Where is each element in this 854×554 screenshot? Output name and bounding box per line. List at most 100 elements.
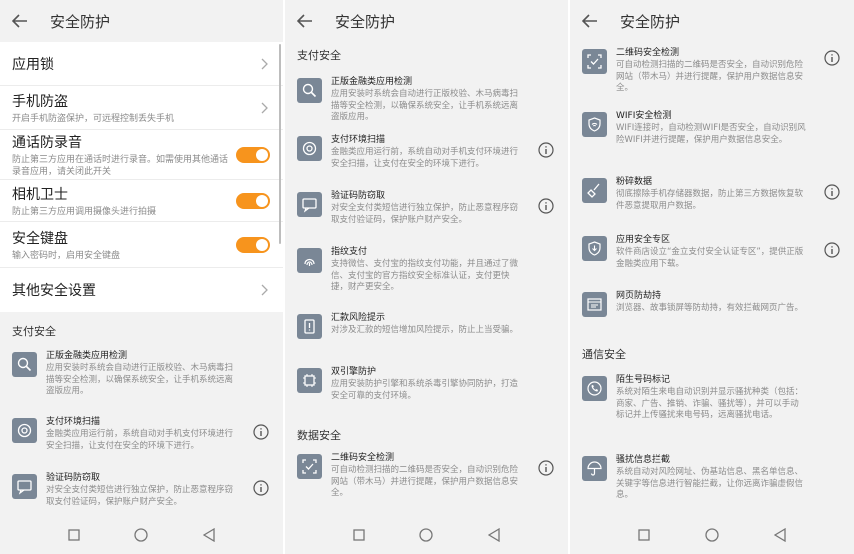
screen-security-settings: 安全防护 应用锁 手机防盗 开启手机防盗保护，可远程控制丢失手机 通话防录音 防… [0, 0, 283, 554]
back-triangle-icon[interactable] [770, 525, 790, 545]
feature-desc: 应用安装时系统会自动进行正版校验、木马病毒扫描等安全检测，以确保系统安全，让手机… [331, 89, 519, 122]
feature-name: 验证码防窃取 [46, 473, 101, 483]
setting-desc: 防止第三方应用调用摄像头进行拍摄 [12, 206, 157, 217]
home-circle-icon[interactable] [416, 525, 436, 545]
feature-desc: 可自动检测扫描的二维码是否安全，自动识别危险网站（带木马）并进行提醒，保护用户数… [616, 60, 804, 93]
feature-item: 陌生号码标记系统对陌生来电自动识别并显示骚扰种类（包括：商家、广告、推销、诈骗、… [570, 374, 854, 454]
webpage-icon [582, 292, 607, 317]
content: 支付安全 正版金融类应用检测应用安装时系统会自动进行正版校验、木马病毒扫描等安全… [285, 42, 568, 516]
home-circle-icon[interactable] [702, 525, 722, 545]
setting-desc: 输入密码时，启用安全键盘 [12, 250, 121, 261]
setting-other-security[interactable]: 其他安全设置 [0, 268, 283, 312]
feature-desc: 金融类应用运行前，系统自动对手机支付环境进行安全扫描，让支付在安全的环境下进行。 [331, 147, 519, 169]
setting-call-anti-record: 通话防录音 防止第三方应用在通话时进行录音。如需使用其他通话录音应用，请关闭此开… [0, 130, 283, 180]
setting-anti-theft[interactable]: 手机防盗 开启手机防盗保护，可远程控制丢失手机 [0, 86, 283, 130]
feature-name: 二维码安全检测 [616, 48, 680, 58]
phone-tag-icon [582, 376, 607, 401]
fingerprint-icon [297, 248, 322, 273]
feature-name: 应用安全专区 [616, 235, 671, 245]
feature-item: WIFI安全检测 WIFI连接时，自动检测WIFI是否安全，自动识别风险WIFI并… [570, 110, 854, 176]
setting-label: 相机卫士 [12, 186, 68, 203]
info-icon[interactable] [253, 480, 269, 496]
section-title-payment: 支付安全 [12, 325, 56, 338]
feature-item: 正版金融类应用检测应用安装时系统会自动进行正版校验、木马病毒扫描等安全检测，以确… [285, 68, 568, 134]
home-circle-icon[interactable] [131, 525, 151, 545]
feature-item: 支付环境扫描金融类应用运行前，系统自动对手机支付环境进行安全扫描，让支付在安全的… [285, 134, 568, 190]
info-icon[interactable] [538, 142, 554, 158]
back-arrow-icon[interactable] [579, 10, 601, 32]
qr-scan-icon [297, 454, 322, 479]
secure-keyboard-toggle[interactable] [236, 236, 270, 253]
feature-item: 应用安全专区软件商店设立“金立支付安全认证专区”，提供正版金融类应用下载。 [570, 234, 854, 290]
feature-item: 粉碎数据 彻底擦除手机存储器数据，防止第三方数据恢复软件恶意提取用户数据。 [570, 176, 854, 234]
feature-name: 指纹支付 [331, 247, 368, 257]
section-title-data: 数据安全 [297, 429, 341, 442]
call-anti-record-toggle[interactable] [236, 146, 270, 163]
chevron-right-icon [261, 58, 268, 69]
info-icon[interactable] [538, 460, 554, 476]
system-nav-bar [285, 516, 568, 554]
back-triangle-icon[interactable] [199, 525, 219, 545]
shield-search-icon [297, 78, 322, 103]
setting-app-lock[interactable]: 应用锁 [0, 42, 283, 86]
top-bar: 安全防护 [570, 0, 854, 42]
setting-label: 手机防盗 [12, 93, 68, 110]
feature-item: 骚扰信息拦截 系统自动对风险网址、伪基站信息、黑名单信息、关键字等信息进行智能拦截… [570, 454, 854, 514]
back-arrow-icon[interactable] [294, 10, 316, 32]
feature-name: 陌生号码标记 [616, 375, 671, 385]
page-title: 安全防护 [50, 12, 111, 31]
back-arrow-icon[interactable] [9, 10, 31, 32]
feature-desc: 金融类应用运行前，系统自动对手机支付环境进行安全扫描，让支付在安全的环境下进行。 [46, 429, 234, 451]
scan-icon [297, 136, 322, 161]
system-nav-bar [0, 516, 283, 554]
recents-square-icon[interactable] [634, 525, 654, 545]
umbrella-icon [582, 456, 607, 481]
info-icon[interactable] [824, 242, 840, 258]
feature-item: 双引擎防护 应用安装防护引擎和系统杀毒引擎协同防护，打造安全可靠的支付环境。 [285, 366, 568, 418]
feature-desc: 应用安装防护引擎和系统杀毒引擎协同防护，打造安全可靠的支付环境。 [331, 379, 519, 401]
info-icon[interactable] [253, 424, 269, 440]
feature-item: 汇款风险提示对涉及汇款的短信增加风险提示，防止上当受骗。 [285, 312, 568, 366]
feature-item: 支付环境扫描 金融类应用运行前，系统自动对手机支付环境进行安全扫描，让支付在安全的… [0, 416, 283, 472]
feature-desc: 浏览器、故事锁屏等防劫持，有效拦截网页广告。 [616, 303, 804, 313]
shield-search-icon [12, 352, 37, 377]
setting-camera-guard: 相机卫士 防止第三方应用调用摄像头进行拍摄 [0, 180, 283, 222]
info-icon[interactable] [824, 50, 840, 66]
feature-desc: 支持微信、支付宝的指纹支付功能，并且通过了微信、支付宝的官方指纹安全标准认证，支… [331, 259, 519, 292]
setting-label: 安全键盘 [12, 230, 68, 247]
system-nav-bar [570, 516, 854, 554]
chip-icon [297, 368, 322, 393]
recents-square-icon[interactable] [64, 525, 84, 545]
feature-name: 正版金融类应用检测 [46, 351, 128, 361]
feature-desc: 对安全支付类短信进行独立保护，防止恶意程序窃取支付验证码，保护账户财产安全。 [46, 485, 234, 507]
feature-item: 验证码防窃取 对安全支付类短信进行独立保护，防止恶意程序窃取支付验证码，保护账户财… [285, 190, 568, 246]
feature-item: 网页防劫持 浏览器、故事锁屏等防劫持，有效拦截网页广告。 [570, 290, 854, 334]
feature-desc: 对涉及汇款的短信增加风险提示，防止上当受骗。 [331, 325, 519, 335]
chevron-right-icon [261, 284, 268, 296]
back-triangle-icon[interactable] [484, 525, 504, 545]
feature-item: 二维码安全检测 可自动检测扫描的二维码是否安全，自动识别危险网站（带木马）并进行提… [285, 452, 568, 512]
setting-secure-keyboard: 安全键盘 输入密码时，启用安全键盘 [0, 222, 283, 268]
feature-name: 二维码安全检测 [331, 453, 395, 463]
setting-desc: 防止第三方应用在通话时进行录音。如需使用其他通话录音应用，请关闭此开关 [12, 154, 229, 177]
feature-name: 骚扰信息拦截 [616, 455, 671, 465]
screen-data-comm-security: 安全防护 二维码安全检测可自动检测扫描的二维码是否安全，自动识别危险网站（带木马… [570, 0, 854, 554]
section-title-communication: 通信安全 [582, 348, 626, 361]
scan-icon [12, 418, 37, 443]
recents-square-icon[interactable] [349, 525, 369, 545]
setting-label: 其他安全设置 [12, 283, 96, 299]
chevron-right-icon [261, 102, 268, 113]
feature-name: 正版金融类应用检测 [331, 77, 413, 87]
feature-desc: 软件商店设立“金立支付安全认证专区”，提供正版金融类应用下载。 [616, 247, 804, 269]
info-icon[interactable] [824, 184, 840, 200]
scrollbar[interactable] [279, 44, 281, 244]
feature-desc: 系统对陌生来电自动识别并显示骚扰种类（包括：商家、广告、推销、诈骗、骚扰等），并… [616, 387, 804, 420]
info-icon[interactable] [538, 198, 554, 214]
camera-guard-toggle[interactable] [236, 192, 270, 209]
feature-name: 汇款风险提示 [331, 313, 386, 323]
section-title-payment: 支付安全 [297, 49, 341, 62]
feature-name: 支付环境扫描 [331, 135, 386, 145]
top-bar: 安全防护 [0, 0, 283, 42]
setting-label: 通话防录音 [12, 134, 82, 151]
setting-label: 应用锁 [12, 56, 54, 73]
